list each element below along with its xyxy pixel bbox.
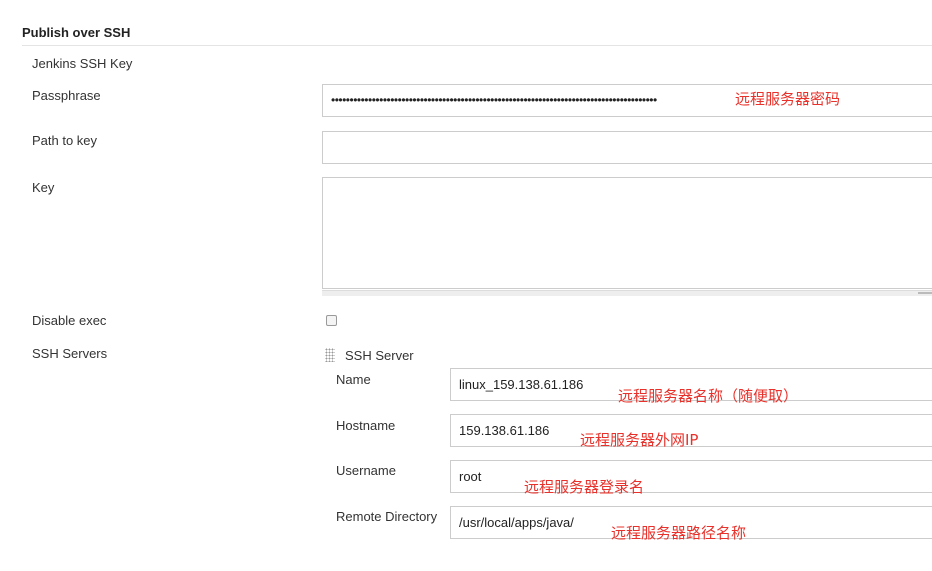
hostname-label: Hostname — [336, 418, 396, 433]
passphrase-input[interactable]: ••••••••••••••••••••••••••••••••••••••••… — [322, 84, 932, 117]
remote-directory-label: Remote Directory — [336, 509, 438, 524]
passphrase-annotation: 远程服务器密码 — [735, 90, 841, 108]
remote-directory-annotation: 远程服务器路径名称 — [611, 524, 747, 542]
username-label: Username — [336, 463, 396, 478]
path-to-key-input[interactable] — [322, 131, 932, 164]
disable-exec-label: Disable exec — [32, 313, 107, 328]
section-divider — [22, 45, 932, 46]
hostname-annotation: 远程服务器外网IP — [580, 431, 699, 449]
passphrase-label: Passphrase — [32, 88, 101, 103]
key-label: Key — [32, 180, 55, 195]
server-name-label: Name — [336, 372, 371, 387]
username-annotation: 远程服务器登录名 — [524, 478, 645, 496]
server-name-annotation: 远程服务器名称（随便取） — [618, 387, 799, 405]
section-title: Publish over SSH — [22, 25, 131, 40]
key-textarea-resize-bar[interactable] — [322, 290, 932, 296]
key-textarea[interactable] — [322, 177, 932, 289]
ssh-servers-label: SSH Servers — [32, 346, 108, 361]
resize-grip-icon[interactable] — [918, 292, 932, 294]
jenkins-ssh-key-label: Jenkins SSH Key — [32, 56, 133, 71]
path-to-key-label: Path to key — [32, 133, 98, 148]
drag-handle-icon[interactable] — [325, 348, 335, 362]
disable-exec-checkbox[interactable] — [326, 315, 337, 326]
username-input[interactable]: root — [450, 460, 932, 493]
ssh-server-title: SSH Server — [345, 348, 414, 363]
